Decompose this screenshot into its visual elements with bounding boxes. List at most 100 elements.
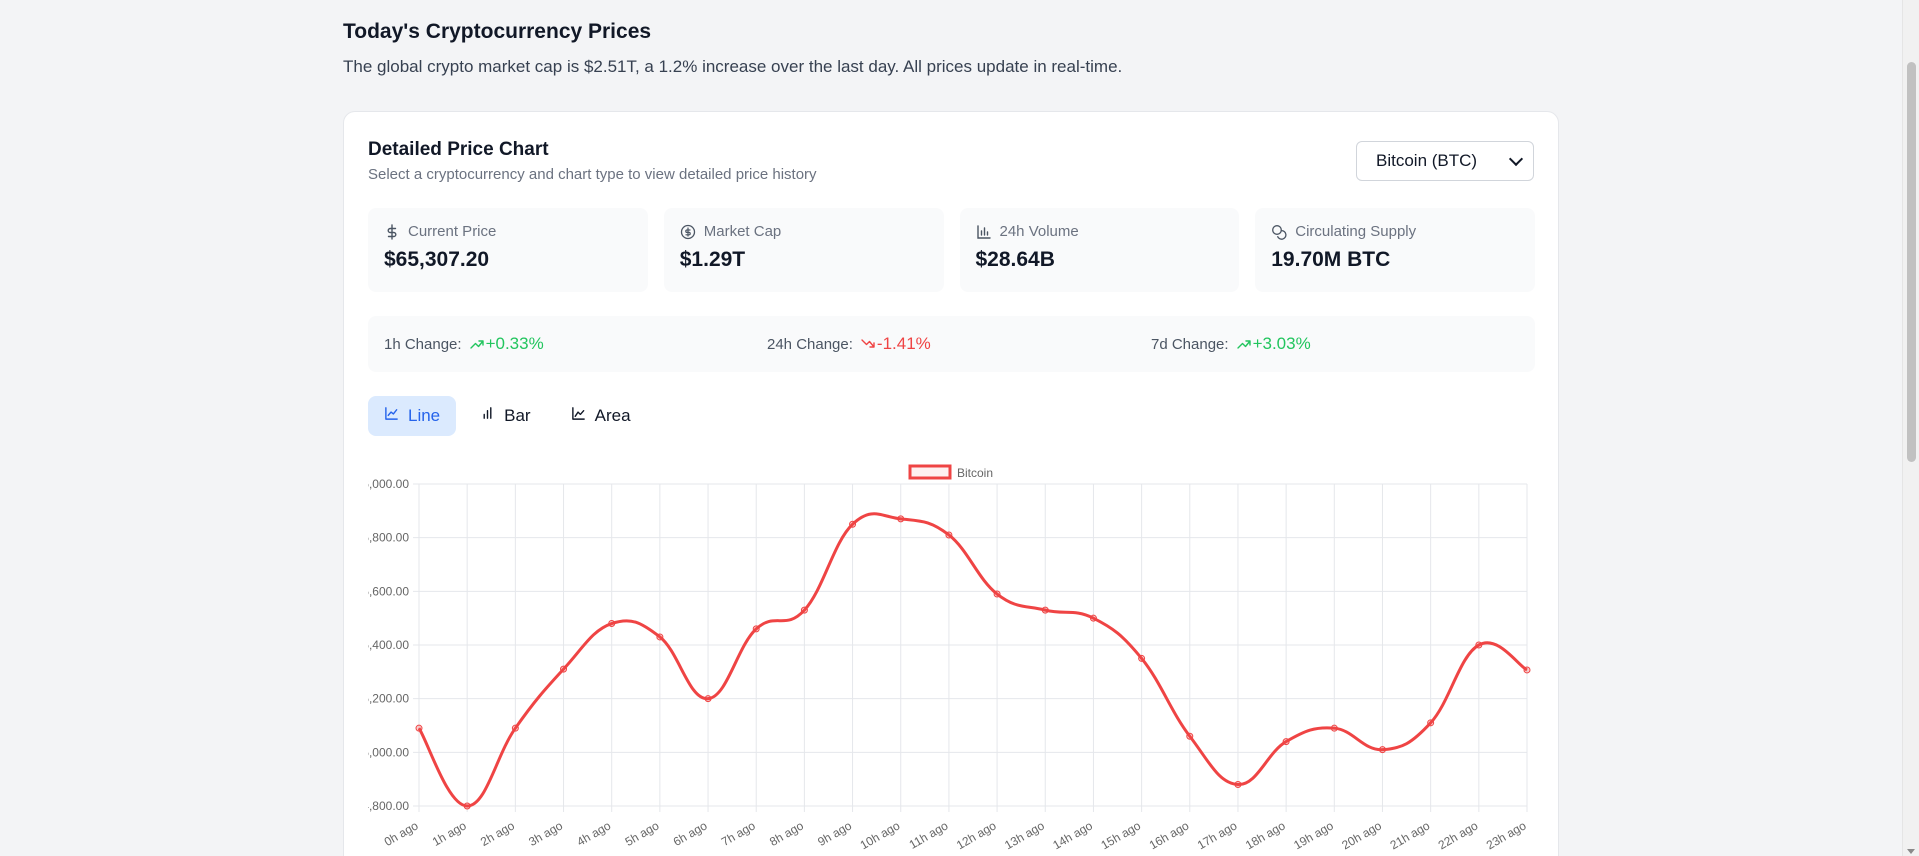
tab-line[interactable]: Line <box>368 396 457 436</box>
x-tick-label: 14h ago <box>1050 818 1095 852</box>
x-tick-label: 4h ago <box>574 818 613 849</box>
data-point <box>800 606 808 614</box>
x-tick-label: 21h ago <box>1388 818 1433 852</box>
x-tick-label: 15h ago <box>1099 818 1144 852</box>
change-label: 24h Change: <box>767 335 853 353</box>
stat-market-cap: Market Cap $1.29T <box>663 208 944 292</box>
change-label: 1h Change: <box>384 335 462 353</box>
trending-down-icon <box>861 336 875 353</box>
data-point <box>463 802 471 810</box>
data-point <box>608 620 616 628</box>
cryptocurrency-select-value: Bitcoin (BTC) <box>1376 151 1478 170</box>
coin-dollar-icon <box>680 224 696 240</box>
trending-up-icon <box>469 336 484 353</box>
data-point <box>849 520 857 528</box>
chevron-down-icon <box>1508 151 1524 166</box>
tab-label: Area <box>594 406 631 425</box>
chart-type-tabs: Line Bar Area <box>368 396 647 436</box>
data-point <box>656 633 664 641</box>
page-title: Today's Cryptocurrency Prices <box>343 20 652 43</box>
scroll-down-arrow-icon[interactable] <box>1907 849 1915 854</box>
x-tick-label: 7h ago <box>719 818 758 849</box>
x-tick-label: 8h ago <box>767 818 806 849</box>
data-point <box>560 665 568 673</box>
tab-bar[interactable]: Bar <box>464 396 546 436</box>
x-tick-label: 2h ago <box>478 818 517 849</box>
x-tick-label: 20h ago <box>1339 818 1384 852</box>
change-value: +3.03% <box>1252 334 1311 353</box>
change-value: +0.33% <box>485 334 544 353</box>
card-description: Select a cryptocurrency and chart type t… <box>368 166 817 183</box>
dollar-icon <box>384 223 400 240</box>
stat-value: 19.70M BTC <box>1271 248 1391 271</box>
card-title: Detailed Price Chart <box>368 139 549 160</box>
stat-value: $28.64B <box>975 248 1055 271</box>
change-24h: 24h Change: -1.41% <box>767 334 931 354</box>
y-tick-label: $65,600.00 <box>368 584 409 598</box>
cryptocurrency-select[interactable]: Bitcoin (BTC) <box>1356 141 1534 181</box>
price-changes-row: 1h Change: +0.33% 24h Change: -1.41% 7d … <box>368 316 1535 372</box>
x-tick-label: 12h ago <box>954 818 999 852</box>
x-tick-label: 5h ago <box>623 818 662 849</box>
data-point <box>1330 724 1338 732</box>
x-tick-label: 18h ago <box>1243 818 1288 852</box>
data-point <box>1041 606 1049 614</box>
bar-chart-icon <box>976 224 992 240</box>
stat-label: Current Price <box>408 223 497 240</box>
scrollbar-thumb[interactable] <box>1907 62 1916 462</box>
data-point <box>897 515 905 523</box>
x-tick-label: 19h ago <box>1291 818 1336 852</box>
y-tick-label: $65,200.00 <box>368 692 409 706</box>
trending-up-icon <box>1236 336 1251 353</box>
stat-circulating-supply: Circulating Supply 19.70M BTC <box>1255 208 1535 292</box>
data-point <box>1089 614 1097 622</box>
y-tick-label: $64,800.00 <box>368 799 409 813</box>
legend-label: Bitcoin <box>957 466 993 480</box>
data-point <box>415 724 423 732</box>
y-tick-label: $65,000.00 <box>368 745 409 759</box>
data-point <box>1523 666 1531 674</box>
stat-label: Market Cap <box>703 223 782 240</box>
stat-label: Circulating Supply <box>1295 223 1417 240</box>
y-tick-label: $66,000.00 <box>368 477 409 491</box>
data-point <box>511 724 519 732</box>
y-tick-label: $65,800.00 <box>368 531 409 545</box>
x-tick-label: 23h ago <box>1484 818 1529 852</box>
area-chart-icon <box>571 406 586 426</box>
y-tick-label: $65,400.00 <box>368 638 409 652</box>
data-point <box>945 531 953 539</box>
data-point <box>1427 719 1435 727</box>
x-tick-label: 17h ago <box>1195 818 1240 852</box>
x-tick-label: 16h ago <box>1147 818 1192 852</box>
x-tick-label: 9h ago <box>815 818 854 849</box>
data-point <box>1378 746 1386 754</box>
stat-label: 24h Volume <box>999 223 1079 240</box>
price-chart-card: Detailed Price Chart Select a cryptocurr… <box>343 111 1559 856</box>
coins-icon <box>1271 224 1287 240</box>
x-tick-label: 3h ago <box>526 818 565 849</box>
line-chart-icon <box>384 406 399 426</box>
data-point <box>752 625 760 633</box>
x-tick-label: 6h ago <box>671 818 710 849</box>
change-value: -1.41% <box>876 334 931 353</box>
x-tick-label: 13h ago <box>1002 818 1047 852</box>
bar-chart-icon <box>480 406 495 426</box>
data-point <box>1234 781 1242 789</box>
tab-label: Bar <box>504 406 531 425</box>
x-tick-label: 10h ago <box>858 818 903 852</box>
tab-area[interactable]: Area <box>555 396 647 436</box>
x-tick-label: 1h ago <box>430 818 469 849</box>
stat-24h-volume: 24h Volume $28.64B <box>959 208 1240 292</box>
price-chart-svg: $66,000.00 $65,800.00 $65,600.00 $65,400.00… <box>349 464 1531 852</box>
change-7d: 7d Change: +3.03% <box>1151 334 1311 354</box>
data-point <box>1475 641 1483 649</box>
series-line-bitcoin <box>417 512 1528 808</box>
x-tick-label: 0h ago <box>382 818 421 849</box>
data-point <box>704 695 712 703</box>
vertical-scrollbar[interactable] <box>1902 0 1919 856</box>
page-subtitle: The global crypto market cap is $2.51T, … <box>343 57 1123 76</box>
price-chart: $66,000.00 $65,800.00 $65,600.00 $65,400.00… <box>349 456 1548 856</box>
legend-swatch <box>908 464 952 480</box>
data-point <box>1186 732 1194 740</box>
data-point <box>1138 654 1146 662</box>
